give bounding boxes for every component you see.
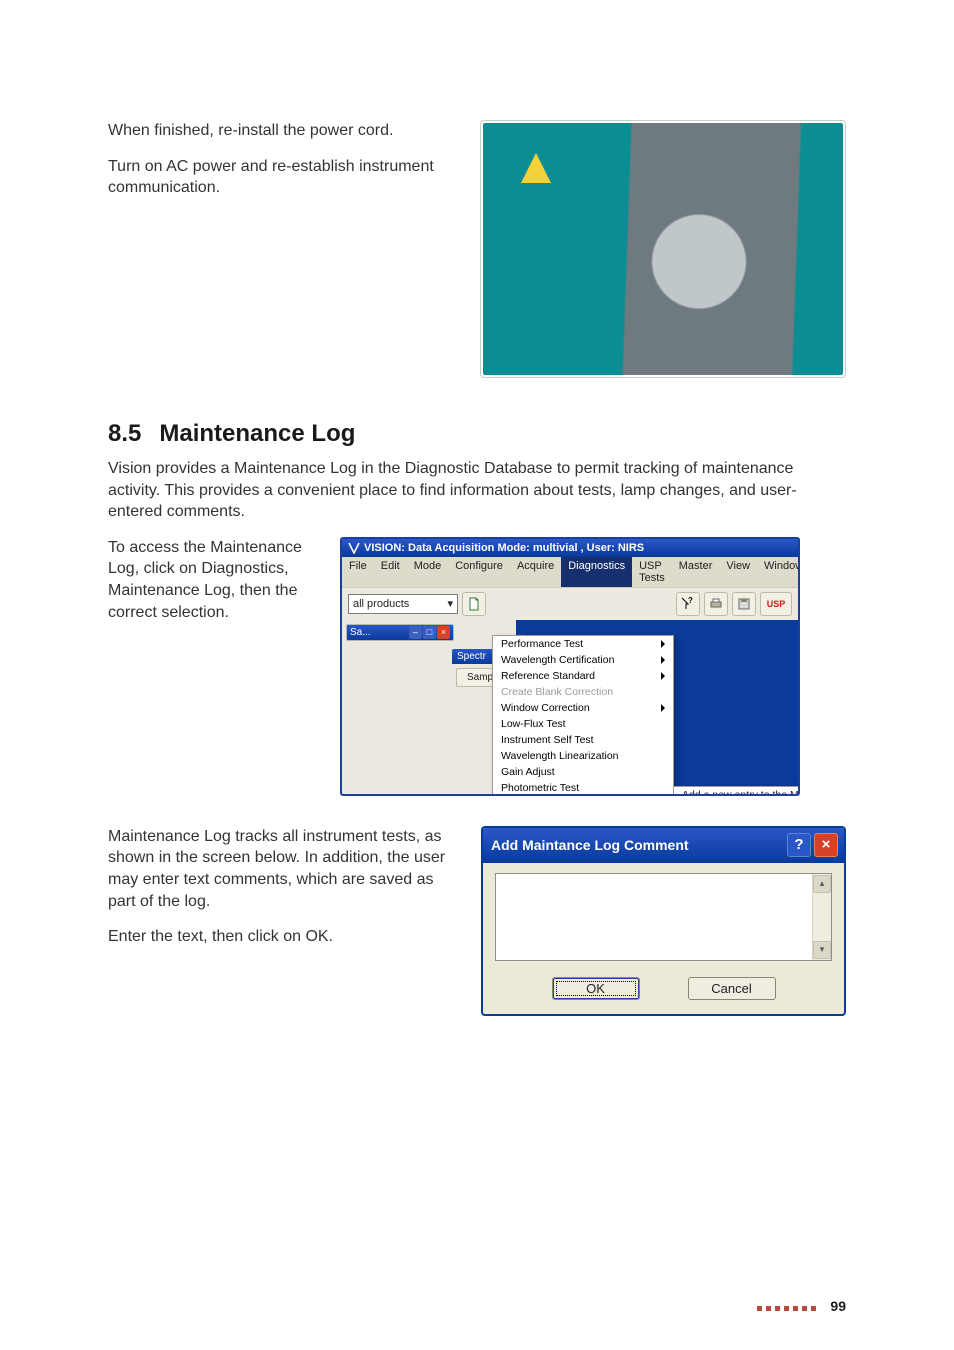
menu-diagnostics[interactable]: Diagnostics <box>561 557 632 587</box>
scroll-down-icon[interactable]: ▾ <box>813 941 831 959</box>
cancel-button[interactable]: Cancel <box>688 977 776 1000</box>
save-button[interactable] <box>732 592 756 616</box>
dd-window-correction[interactable]: Window Correction <box>493 700 673 716</box>
app-toolbar: all products ▾ ? <box>342 588 798 620</box>
submenu-arrow-icon <box>661 656 665 664</box>
section-para-4: Enter the text, then click on OK. <box>108 926 457 948</box>
app-screenshot: VISION: Data Acquisition Mode: multivial… <box>340 537 800 796</box>
dialog-body: ▴ ▾ OK Cancel <box>483 863 844 1014</box>
chevron-down-icon: ▾ <box>447 597 453 610</box>
dd-gain-adjust[interactable]: Gain Adjust <box>493 764 673 780</box>
menu-file[interactable]: File <box>342 557 374 587</box>
textarea-scrollbar[interactable]: ▴ ▾ <box>812 874 831 960</box>
sample-child-title: Sa... <box>350 627 371 638</box>
intro-text: When finished, re-install the power cord… <box>108 120 452 213</box>
dd-wave-linearization[interactable]: Wavelength Linearization <box>493 748 673 764</box>
comment-row: Maintenance Log tracks all instrument te… <box>108 826 846 1016</box>
floppy-icon <box>737 597 751 611</box>
app-title-text: VISION: Data Acquisition Mode: multivial… <box>364 542 644 554</box>
intro-para-1: When finished, re-install the power cord… <box>108 120 452 142</box>
dd-low-flux[interactable]: Low-Flux Test <box>493 716 673 732</box>
diagnostics-dropdown: Performance Test Wavelength Certificatio… <box>492 635 674 796</box>
app-icon <box>348 542 360 554</box>
textarea-area[interactable] <box>496 874 812 960</box>
instrument-rear-photo <box>483 123 843 375</box>
dialog-titlebar: Add Maintance Log Comment ? × <box>483 828 844 863</box>
hardware-photo-frame <box>480 120 846 378</box>
add-comment-dialog: Add Maintance Log Comment ? × ▴ ▾ OK Can… <box>481 826 846 1016</box>
dd-reference-standard[interactable]: Reference Standard <box>493 668 673 684</box>
section-para-3: Maintenance Log tracks all instrument te… <box>108 826 457 912</box>
submenu-arrow-icon <box>661 704 665 712</box>
access-row: To access the Maintenance Log, click on … <box>108 537 846 796</box>
maintenance-log-submenu: Add a new entry to the Maintenance Log V… <box>673 786 800 796</box>
footer-dots <box>757 1298 820 1314</box>
menu-usptests[interactable]: USP Tests <box>632 557 672 587</box>
maximize-icon[interactable]: □ <box>423 626 436 639</box>
new-doc-button[interactable] <box>462 592 486 616</box>
page-footer: 99 <box>757 1298 846 1314</box>
context-help-button[interactable]: ? <box>676 592 700 616</box>
product-select-value: all products <box>353 598 409 610</box>
sample-child-window: Sa... – □ × <box>346 624 454 641</box>
document-icon <box>467 597 481 611</box>
document-page: When finished, re-install the power cord… <box>0 0 954 1350</box>
menu-master[interactable]: Master <box>672 557 720 587</box>
dialog-button-row: OK Cancel <box>495 977 832 1000</box>
menu-view[interactable]: View <box>719 557 757 587</box>
sub-add-entry[interactable]: Add a new entry to the Maintenance Log <box>674 787 800 796</box>
printer-icon <box>709 597 723 611</box>
menu-window[interactable]: Window <box>757 557 800 587</box>
menu-acquire[interactable]: Acquire <box>510 557 561 587</box>
usp-button[interactable]: USP <box>760 592 792 616</box>
vision-app-window: VISION: Data Acquisition Mode: multivial… <box>340 537 800 796</box>
app-titlebar: VISION: Data Acquisition Mode: multivial… <box>342 539 798 557</box>
section-heading: 8.5 Maintenance Log <box>108 420 846 448</box>
dd-wavelength-cert[interactable]: Wavelength Certification <box>493 652 673 668</box>
section-title: Maintenance Log <box>159 420 355 447</box>
section-number: 8.5 <box>108 420 141 447</box>
dialog-title-text: Add Maintance Log Comment <box>491 837 689 853</box>
minimize-icon[interactable]: – <box>409 626 422 639</box>
left-col: Sa... – □ × Spectr <box>342 620 516 794</box>
section-para-2: To access the Maintenance Log, click on … <box>108 537 318 623</box>
intro-para-2: Turn on AC power and re-establish instru… <box>108 156 452 199</box>
dialog-help-button[interactable]: ? <box>787 833 811 857</box>
comment-textarea[interactable]: ▴ ▾ <box>495 873 832 961</box>
close-icon[interactable]: × <box>437 626 450 639</box>
menu-edit[interactable]: Edit <box>374 557 407 587</box>
comment-text: Maintenance Log tracks all instrument te… <box>108 826 457 962</box>
ok-button[interactable]: OK <box>552 977 640 1000</box>
submenu-arrow-icon <box>661 672 665 680</box>
photo-border <box>480 120 846 378</box>
dialog-close-button[interactable]: × <box>814 833 838 857</box>
menu-mode[interactable]: Mode <box>407 557 449 587</box>
dd-create-blank: Create Blank Correction <box>493 684 673 700</box>
product-select[interactable]: all products ▾ <box>348 594 458 614</box>
dd-performance-test[interactable]: Performance Test <box>493 636 673 652</box>
print-button[interactable] <box>704 592 728 616</box>
page-number: 99 <box>830 1298 846 1314</box>
submenu-arrow-icon <box>661 640 665 648</box>
sample-child-titlebar: Sa... – □ × <box>347 625 453 640</box>
menu-configure[interactable]: Configure <box>448 557 510 587</box>
section-para-1: Vision provides a Maintenance Log in the… <box>108 458 846 523</box>
app-body: Sa... – □ × Spectr <box>342 620 798 794</box>
intro-block: When finished, re-install the power cord… <box>108 120 846 378</box>
access-text: To access the Maintenance Log, click on … <box>108 537 318 637</box>
scroll-up-icon[interactable]: ▴ <box>813 875 831 893</box>
help-arrow-icon: ? <box>681 597 695 611</box>
dd-photometric-test[interactable]: Photometric Test <box>493 780 673 796</box>
dd-self-test[interactable]: Instrument Self Test <box>493 732 673 748</box>
svg-text:?: ? <box>688 597 693 605</box>
app-menubar: File Edit Mode Configure Acquire Diagnos… <box>342 557 798 588</box>
